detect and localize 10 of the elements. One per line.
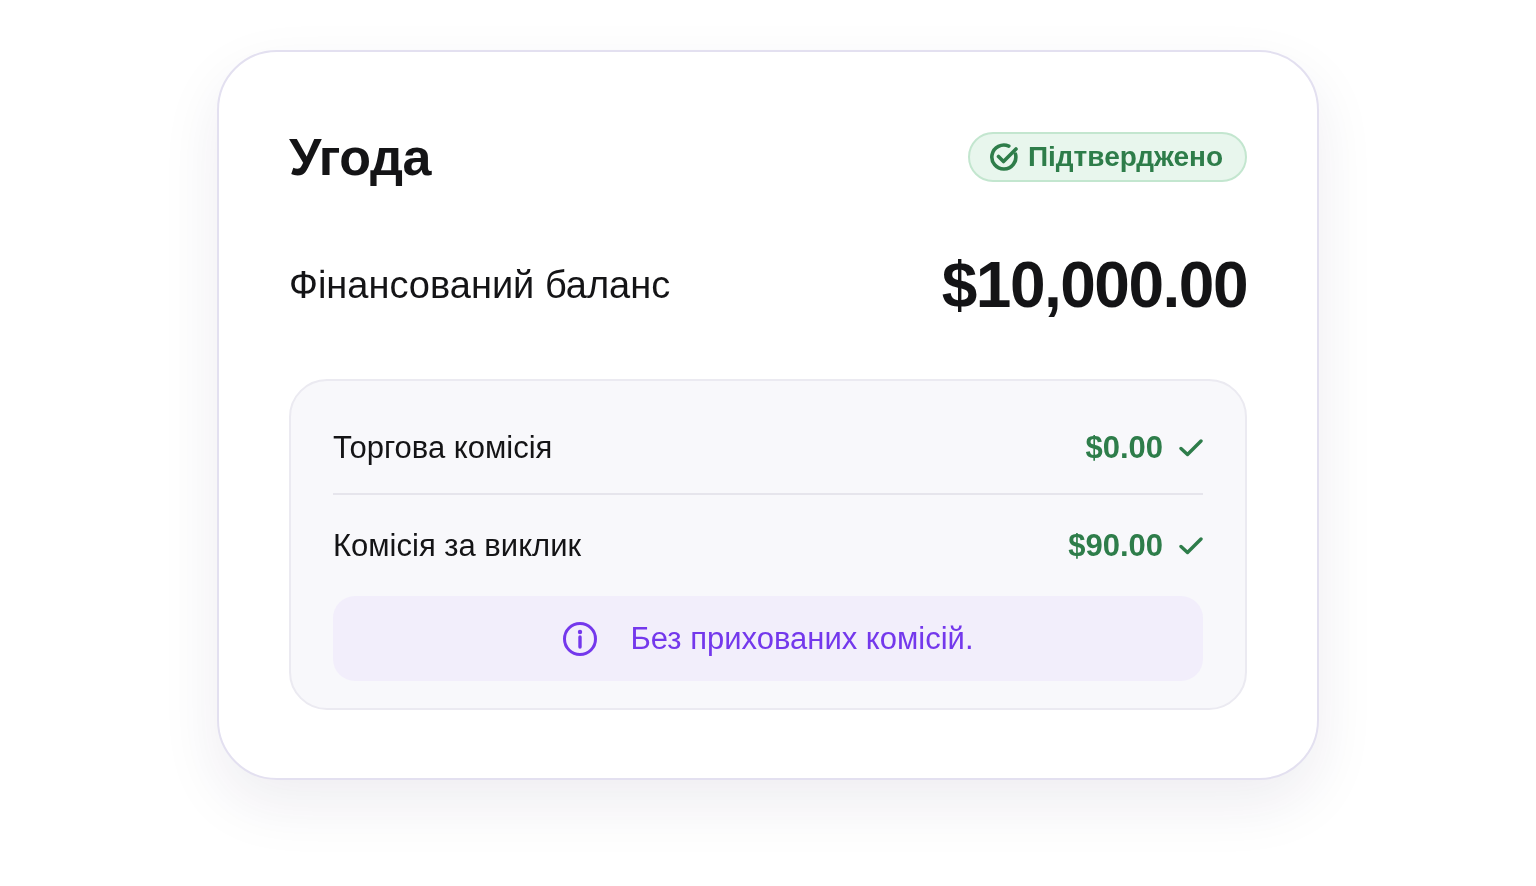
status-label: Підтверджено: [1027, 140, 1223, 174]
notice-text: Без прихованих комісій.: [630, 619, 974, 658]
check-circle-icon: [987, 141, 1020, 173]
fee-amount: $0.00: [1085, 429, 1163, 467]
balance-amount: $10,000.00: [941, 248, 1247, 323]
fee-amount: $90.00: [1068, 526, 1163, 565]
info-icon: [562, 620, 599, 657]
balance-label: Фінансований баланс: [289, 263, 671, 307]
fee-label: Комісія за виклик: [333, 526, 581, 565]
fee-label: Торгова комісія: [333, 429, 553, 467]
